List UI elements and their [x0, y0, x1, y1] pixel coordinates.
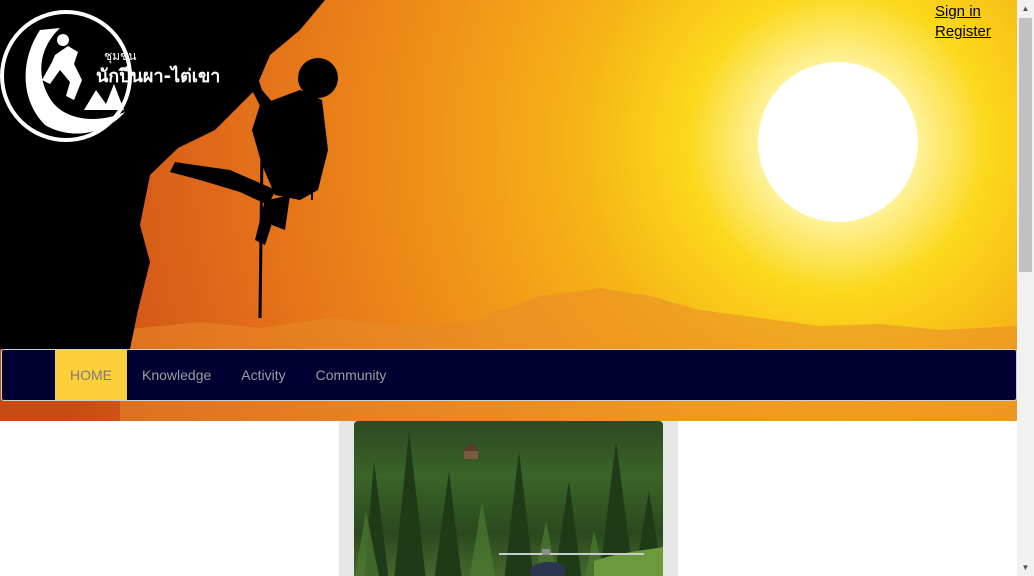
nav-knowledge[interactable]: Knowledge — [127, 350, 226, 400]
nav-activity[interactable]: Activity — [226, 350, 300, 400]
sign-in-link[interactable]: Sign in — [935, 2, 991, 22]
climbing-rope — [258, 149, 264, 319]
page: ชุมชน นักปีนผา-ไต่เขา Sign in Register H… — [0, 0, 1017, 576]
register-link[interactable]: Register — [935, 22, 991, 42]
nav-menu: HOME Knowledge Activity Community — [55, 350, 401, 400]
auth-links: Sign in Register — [935, 2, 991, 42]
main-navbar: HOME Knowledge Activity Community — [1, 349, 1017, 401]
header-banner: ชุมชน นักปีนผา-ไต่เขา Sign in Register H… — [0, 0, 1017, 421]
sun — [758, 62, 918, 222]
featured-image-frame — [339, 421, 678, 576]
triangle-down-icon[interactable]: ▼ — [1017, 559, 1034, 576]
vertical-scrollbar[interactable]: ▲ ▼ — [1017, 0, 1034, 576]
forest-helicopter-image — [354, 431, 663, 576]
nav-community[interactable]: Community — [301, 350, 402, 400]
logo-text-main: นักปีนผา-ไต่เขา — [96, 65, 220, 87]
logo-text-top: ชุมชน — [104, 49, 136, 64]
featured-image[interactable] — [354, 421, 663, 576]
scrollbar-thumb[interactable] — [1019, 18, 1032, 272]
nav-home[interactable]: HOME — [55, 350, 127, 400]
triangle-up-icon[interactable]: ▲ — [1017, 0, 1034, 17]
